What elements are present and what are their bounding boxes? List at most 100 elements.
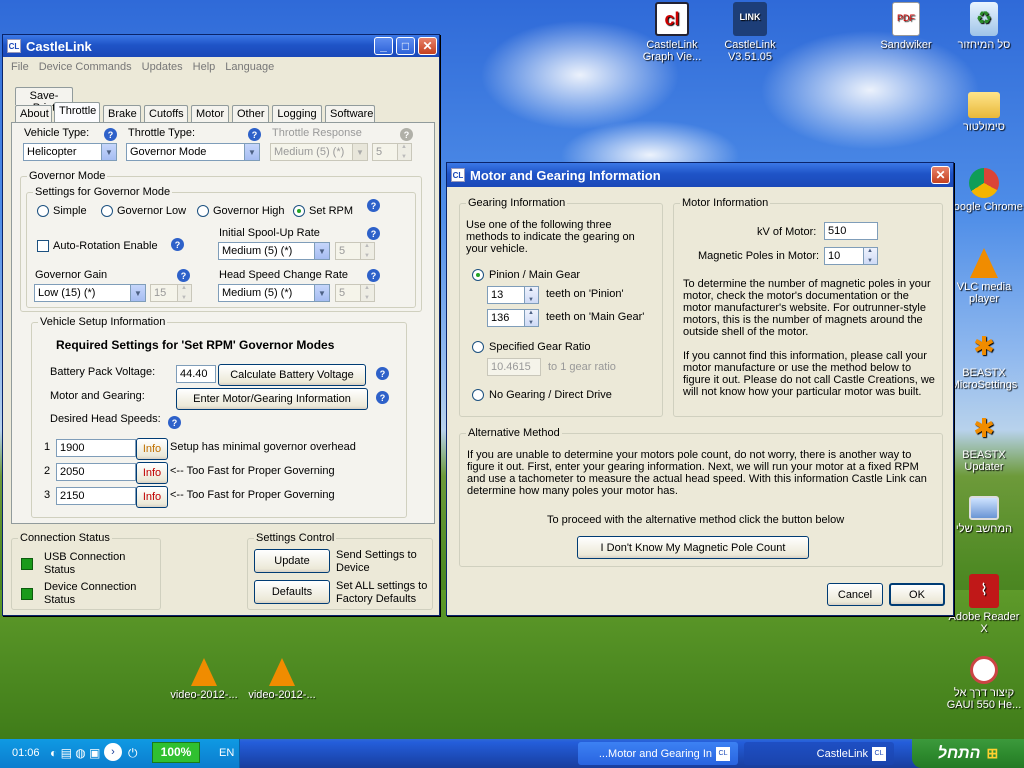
main-gear-teeth-input[interactable]: 136: [487, 309, 525, 327]
help-icon[interactable]: ?: [248, 128, 261, 141]
tab-software[interactable]: Software: [325, 105, 375, 123]
tray-icons[interactable]: ◐ ▤ ◍ ▣: [50, 746, 100, 760]
head-speed-input-3[interactable]: 2150: [56, 487, 136, 505]
desktop-icon-castlelink-graph[interactable]: cl CastleLink Graph Vie...: [632, 2, 712, 63]
help-icon[interactable]: ?: [171, 238, 184, 251]
maximize-button[interactable]: □: [396, 37, 415, 55]
radio-pinion-main[interactable]: [472, 269, 484, 281]
governor-gain-select[interactable]: Low (15) (*) ▼: [34, 284, 146, 302]
beastx-icon: ✱: [973, 331, 995, 361]
dont-know-pole-count-button[interactable]: I Don't Know My Magnetic Pole Count: [577, 536, 809, 559]
radio-governor-low[interactable]: [101, 205, 113, 217]
tab-throttle[interactable]: Throttle: [54, 102, 100, 122]
tab-cutoffs[interactable]: Cutoffs: [144, 105, 188, 123]
cancel-button[interactable]: Cancel: [827, 583, 883, 606]
update-button[interactable]: Update: [254, 549, 330, 573]
ok-button[interactable]: OK: [889, 583, 945, 606]
throttle-panel: Vehicle Type: ? Helicopter ▼ Throttle Typ…: [11, 122, 435, 524]
desktop-icon-pdf[interactable]: PDF Sandwiker: [866, 2, 946, 51]
close-button[interactable]: ✕: [931, 166, 950, 184]
head-speed-info-button-3[interactable]: Info: [136, 486, 168, 508]
magnetic-poles-input[interactable]: 10: [824, 247, 864, 265]
menu-file[interactable]: File: [11, 61, 29, 73]
radio-pinion-main-label: Pinion / Main Gear: [489, 269, 581, 281]
desktop-icon-my-computer[interactable]: המחשב שלי: [944, 492, 1024, 535]
radio-set-rpm[interactable]: [293, 205, 305, 217]
language-indicator[interactable]: EN: [219, 747, 234, 759]
head-speed-row-number: 1: [44, 441, 51, 453]
menu-updates[interactable]: Updates: [142, 61, 183, 73]
alternative-method-label: Alternative Method: [466, 427, 562, 439]
window-title: CastleLink: [26, 38, 92, 54]
initial-spool-select[interactable]: Medium (5) (*) ▼: [218, 242, 330, 260]
enter-motor-gearing-button[interactable]: Enter Motor/Gearing Information: [176, 388, 368, 410]
clock[interactable]: 01:06: [12, 747, 40, 759]
taskbar-item-motor-gearing[interactable]: ...Motor and Gearing In CL: [578, 742, 738, 765]
pinion-teeth-input[interactable]: 13: [487, 286, 525, 304]
taskbar-item-castlelink[interactable]: CastleLink CL: [744, 742, 894, 765]
help-icon: ?: [400, 128, 413, 141]
castlelink-app-icon: CL: [7, 39, 21, 53]
desktop-icon-video-2[interactable]: video-2012-...: [242, 658, 322, 701]
desktop-icon-beastx-updater[interactable]: ✱ BEASTX Updater: [944, 412, 1024, 473]
menu-help[interactable]: Help: [193, 61, 216, 73]
kv-input[interactable]: 510: [824, 222, 878, 240]
pinion-teeth-spinner[interactable]: [524, 286, 539, 304]
help-icon[interactable]: ?: [376, 367, 389, 380]
chevron-down-icon: ▼: [352, 144, 367, 160]
dialog-titlebar[interactable]: CL Motor and Gearing Information ✕: [447, 163, 953, 187]
head-speed-info-button-2[interactable]: Info: [136, 462, 168, 484]
help-icon[interactable]: ?: [367, 199, 380, 212]
desktop-icon-adobe[interactable]: ⌇ Adobe Reader X: [944, 574, 1024, 635]
vehicle-type-select[interactable]: Helicopter ▼: [23, 143, 117, 161]
radio-specified-ratio[interactable]: [472, 341, 484, 353]
desktop-icon-video-1[interactable]: video-2012-...: [164, 658, 244, 701]
desktop-icon-folder[interactable]: סימולטור: [944, 88, 1024, 133]
help-icon[interactable]: ?: [104, 128, 117, 141]
battery-voltage-input[interactable]: 44.40: [176, 365, 216, 383]
castlelink-titlebar[interactable]: CL CastleLink _ □ ✕: [3, 35, 439, 57]
help-icon[interactable]: ?: [367, 227, 380, 240]
desktop-icon-chrome[interactable]: Google Chrome: [944, 168, 1024, 213]
main-gear-teeth-spinner[interactable]: [524, 309, 539, 327]
tab-logging[interactable]: Logging: [272, 105, 322, 123]
head-speed-rate-number: 5: [335, 284, 361, 302]
help-icon[interactable]: ?: [168, 416, 181, 429]
desktop-icon-castlelink[interactable]: LINK CastleLink V3.51.05: [710, 2, 790, 63]
governor-gain-label: Governor Gain: [35, 269, 108, 281]
settings-control-label: Settings Control: [254, 532, 337, 544]
tab-about[interactable]: About: [15, 105, 52, 123]
head-speed-rate-select[interactable]: Medium (5) (*) ▼: [218, 284, 330, 302]
battery-indicator[interactable]: 100%: [152, 742, 200, 763]
defaults-button[interactable]: Defaults: [254, 580, 330, 604]
defaults-description: Set ALL settings to Factory Defaults: [336, 580, 428, 605]
help-icon[interactable]: ?: [177, 269, 190, 282]
castlelink-window: CL CastleLink _ □ ✕ File Device Commands…: [2, 34, 440, 616]
menu-language[interactable]: Language: [225, 61, 274, 73]
calculate-battery-button[interactable]: Calculate Battery Voltage: [218, 364, 366, 386]
minimize-button[interactable]: _: [374, 37, 393, 55]
radio-no-gearing[interactable]: [472, 389, 484, 401]
desktop-icon-vlc[interactable]: VLC media player: [944, 248, 1024, 305]
arrow-expand-icon[interactable]: ›: [104, 743, 122, 761]
desktop-icon-beastx[interactable]: ✱ BEASTX MicroSettings: [944, 330, 1024, 391]
start-button[interactable]: התחל ⊞: [912, 739, 1024, 768]
head-speed-input-1[interactable]: 1900: [56, 439, 136, 457]
head-speed-info-button-1[interactable]: Info: [136, 438, 168, 460]
tab-brake[interactable]: Brake: [103, 105, 141, 123]
close-button[interactable]: ✕: [418, 37, 437, 55]
desktop-icon-recycle[interactable]: ♻ סל המיחזור: [944, 2, 1024, 51]
radio-simple[interactable]: [37, 205, 49, 217]
auto-rotation-checkbox[interactable]: [37, 240, 49, 252]
desktop-icon-gaui[interactable]: קיצור דרך אל GAUI 550 He...: [944, 656, 1024, 711]
help-icon[interactable]: ?: [367, 269, 380, 282]
tab-motor[interactable]: Motor: [191, 105, 229, 123]
head-speed-input-2[interactable]: 2050: [56, 463, 136, 481]
help-icon[interactable]: ?: [376, 391, 389, 404]
radio-governor-high[interactable]: [197, 205, 209, 217]
magnetic-poles-spinner[interactable]: [863, 247, 878, 265]
throttle-type-select[interactable]: Governor Mode ▼: [126, 143, 260, 161]
governor-settings-group: Settings for Governor Mode Simple Govern…: [26, 186, 416, 308]
tab-other[interactable]: Other: [232, 105, 269, 123]
menu-device-commands[interactable]: Device Commands: [39, 61, 132, 73]
